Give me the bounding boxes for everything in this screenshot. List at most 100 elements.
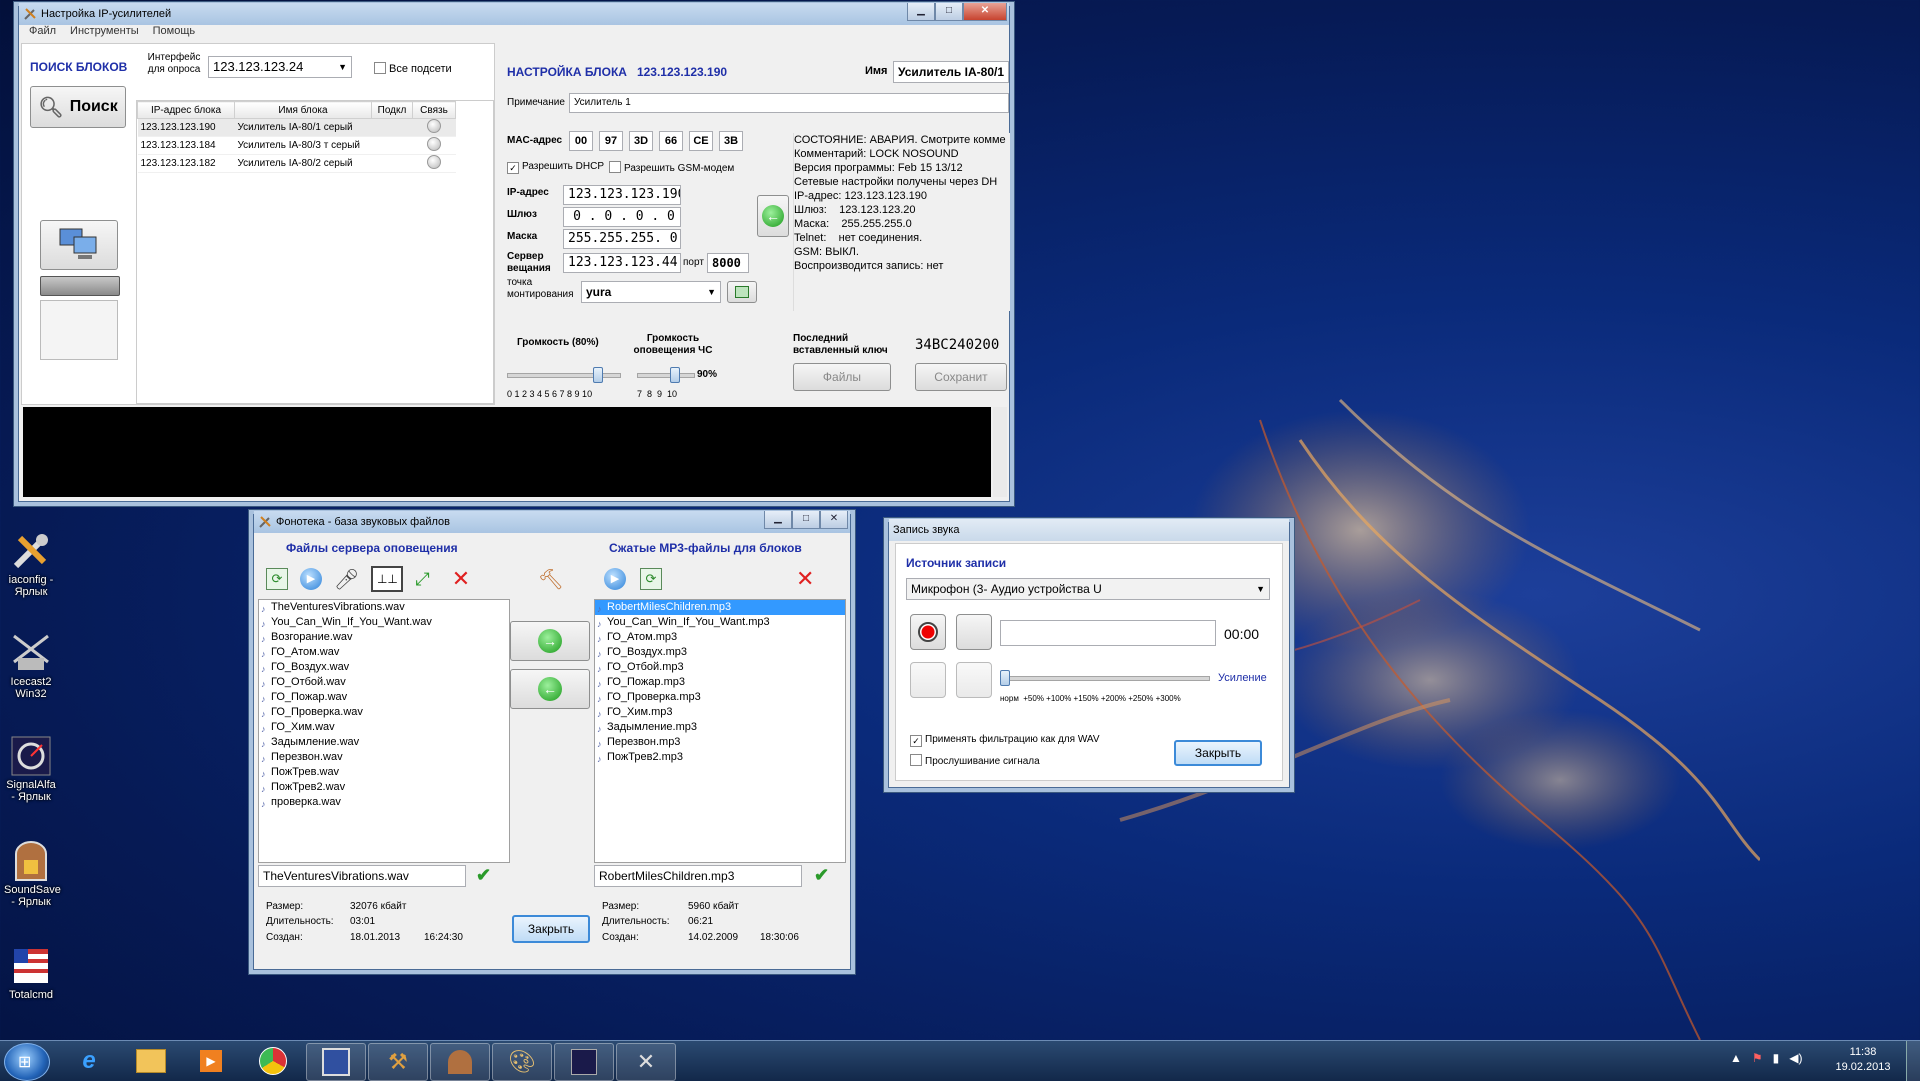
desktop-icon-totalcmd[interactable]: Totalcmd [4, 945, 58, 1001]
list-item[interactable]: ♪ ГО_Хим.mp3 [595, 705, 845, 720]
recorder-close-button[interactable]: Закрыть [1174, 740, 1262, 766]
list-item[interactable]: ♪ ГО_Воздух.wav [259, 660, 509, 675]
note-field[interactable]: Усилитель 1 [569, 93, 1009, 113]
menu-file[interactable]: Файл [29, 25, 56, 41]
list-item[interactable]: ♪ ПожТрев2.mp3 [595, 750, 845, 765]
files-button[interactable]: Файлы [793, 363, 891, 391]
taskbar-ie-button[interactable]: e [60, 1043, 118, 1079]
ip-field[interactable]: 123.123.123.190 [563, 185, 681, 205]
list-item[interactable]: ♪ ПожТрев.wav [259, 765, 509, 780]
source-select[interactable]: Микрофон (3- Аудио устройства U ▼ [906, 578, 1270, 600]
list-item[interactable]: ♪ Задымление.wav [259, 735, 509, 750]
play-record-button[interactable] [910, 662, 946, 698]
name-field[interactable]: Усилитель IA-80/1 [893, 61, 1009, 83]
list-item[interactable]: ♪ ГО_Атом.wav [259, 645, 509, 660]
move-right-button[interactable]: → [510, 621, 590, 661]
mac-byte-field[interactable]: 97 [599, 131, 623, 151]
taskbar-paint-button[interactable]: 🎨︎ [492, 1043, 552, 1081]
tray-chevron-icon[interactable]: ▲ [1730, 1051, 1742, 1065]
tray-volume-icon[interactable]: ◀) [1789, 1051, 1802, 1065]
mixer-icon[interactable]: ⊥⊥ [371, 566, 404, 592]
tools-convert-icon[interactable]: 🔨︎ [538, 567, 568, 595]
list-item[interactable]: ♪ You_Can_Win_If_You_Want.mp3 [595, 615, 845, 630]
alert-slider-thumb[interactable] [670, 367, 681, 383]
tray-flag-icon[interactable]: ⚑ [1752, 1051, 1763, 1065]
mac-byte-field[interactable]: CE [689, 131, 713, 151]
clock[interactable]: 11:38 19.02.2013 [1828, 1045, 1898, 1075]
gsm-checkbox[interactable]: Разрешить GSM-модем [609, 161, 734, 174]
port-field[interactable]: 8000 [707, 253, 749, 273]
col-connect[interactable]: Подкл [371, 101, 413, 119]
list-item[interactable]: ♪ ГО_Пожар.wav [259, 690, 509, 705]
mac-byte-field[interactable]: 3B [719, 131, 743, 151]
refresh-icon[interactable]: ⟳ [266, 568, 288, 590]
mac-byte-field[interactable]: 3D [629, 131, 653, 151]
taskbar-archive-button[interactable] [430, 1043, 490, 1081]
taskbar-signalalfa-button[interactable] [554, 1043, 614, 1081]
checkmark-icon[interactable]: ✔ [814, 865, 829, 886]
main-window-titlebar[interactable]: Настройка IP-усилителей ▁ □ ✕ [19, 3, 1009, 25]
network-view-button[interactable] [40, 220, 118, 270]
phonoteka-titlebar[interactable]: Фонотека - база звуковых файлов ▁ □ ✕ [254, 511, 850, 533]
recorder-titlebar[interactable]: Запись звука [889, 519, 1289, 541]
pause-record-button[interactable] [956, 662, 992, 698]
show-desktop-button[interactable] [1906, 1041, 1920, 1081]
microphone-icon[interactable]: 🎤︎ [334, 567, 359, 592]
taskbar-soundsave-button[interactable] [306, 1043, 366, 1081]
mac-byte-field[interactable]: 66 [659, 131, 683, 151]
play-icon[interactable]: ▶ [300, 568, 322, 590]
table-row[interactable]: 123.123.123.182 Усилитель IA-80/2 серый [137, 154, 456, 173]
minimize-button[interactable]: ▁ [764, 511, 792, 529]
desktop-icon-iaconfig[interactable]: iaconfig - Ярлык [4, 530, 58, 598]
volume-slider-thumb[interactable] [592, 367, 603, 383]
alert-slider-track[interactable] [637, 373, 695, 378]
stop-button[interactable] [956, 614, 992, 650]
col-link[interactable]: Связь [412, 101, 456, 119]
gain-slider-thumb[interactable] [1000, 670, 1010, 686]
server-files-list[interactable]: ♪ TheVenturesVibrations.wav ♪ You_Can_Win_… [258, 599, 510, 863]
desktop-icon-icecast[interactable]: Icecast2 Win32 [4, 632, 58, 700]
move-left-button[interactable]: ← [510, 669, 590, 709]
filter-checkbox[interactable]: ✓ Применять фильтрацию как для WAV [910, 734, 1100, 747]
close-button[interactable]: ✕ [820, 511, 848, 529]
left-filename-field[interactable]: TheVenturesVibrations.wav [258, 865, 466, 887]
desktop-icon-signalalfa[interactable]: SignalAlfa - Ярлык [4, 735, 58, 803]
menu-help[interactable]: Помощь [153, 25, 196, 41]
taskbar-iaconfig-button[interactable]: ⚒ [368, 1043, 428, 1081]
list-item[interactable]: ♪ Задымление.mp3 [595, 720, 845, 735]
volume-slider-track[interactable] [507, 373, 621, 378]
refresh-icon[interactable]: ⟳ [640, 568, 662, 590]
list-item[interactable]: ♪ ГО_Проверка.mp3 [595, 690, 845, 705]
list-item[interactable]: ♪ ГО_Отбой.mp3 [595, 660, 845, 675]
delete-icon[interactable]: ✕ [452, 566, 470, 592]
list-item[interactable]: ♪ RobertMilesChildren.mp3 [595, 600, 845, 615]
list-item[interactable]: ♪ ГО_Проверка.wav [259, 705, 509, 720]
list-item[interactable]: ♪ Перезвон.mp3 [595, 735, 845, 750]
console-scrollbar[interactable] [993, 407, 1007, 497]
list-item[interactable]: ♪ ГО_Пожар.mp3 [595, 675, 845, 690]
all-subnets-checkbox[interactable]: Все подсети [374, 62, 452, 75]
col-name[interactable]: Имя блока [234, 101, 372, 119]
gain-slider-track[interactable] [1002, 676, 1210, 681]
expand-icon[interactable]: ⤢ [415, 569, 429, 590]
iface-select[interactable]: 123.123.123.24 ▼ [208, 56, 352, 78]
start-button[interactable]: ⊞ [4, 1043, 50, 1081]
save-button[interactable]: Сохранит [915, 363, 1007, 391]
taskbar-media-button[interactable]: ▶ [182, 1043, 240, 1079]
log-console[interactable] [23, 407, 991, 497]
listen-checkbox[interactable]: Прослушивание сигнала [910, 754, 1040, 767]
mp3-files-list[interactable]: ♪ RobertMilesChildren.mp3 ♪ You_Can_Win_If… [594, 599, 846, 863]
play-icon[interactable]: ▶ [604, 568, 626, 590]
menu-tools[interactable]: Инструменты [70, 25, 139, 41]
list-item[interactable]: ♪ You_Can_Win_If_You_Want.wav [259, 615, 509, 630]
list-item[interactable]: ♪ проверка.wav [259, 795, 509, 810]
mac-byte-field[interactable]: 00 [569, 131, 593, 151]
server-field[interactable]: 123.123.123.44 [563, 253, 681, 273]
list-item[interactable]: ♪ TheVenturesVibrations.wav [259, 600, 509, 615]
list-item[interactable]: ♪ ГО_Атом.mp3 [595, 630, 845, 645]
minimize-button[interactable]: ▁ [907, 3, 935, 21]
record-button[interactable] [910, 614, 946, 650]
desktop-icon-soundsave[interactable]: SoundSave - Ярлык [4, 840, 61, 908]
col-ip[interactable]: IP-адрес блока [137, 101, 235, 119]
phonoteka-close-button[interactable]: Закрыть [512, 915, 590, 943]
